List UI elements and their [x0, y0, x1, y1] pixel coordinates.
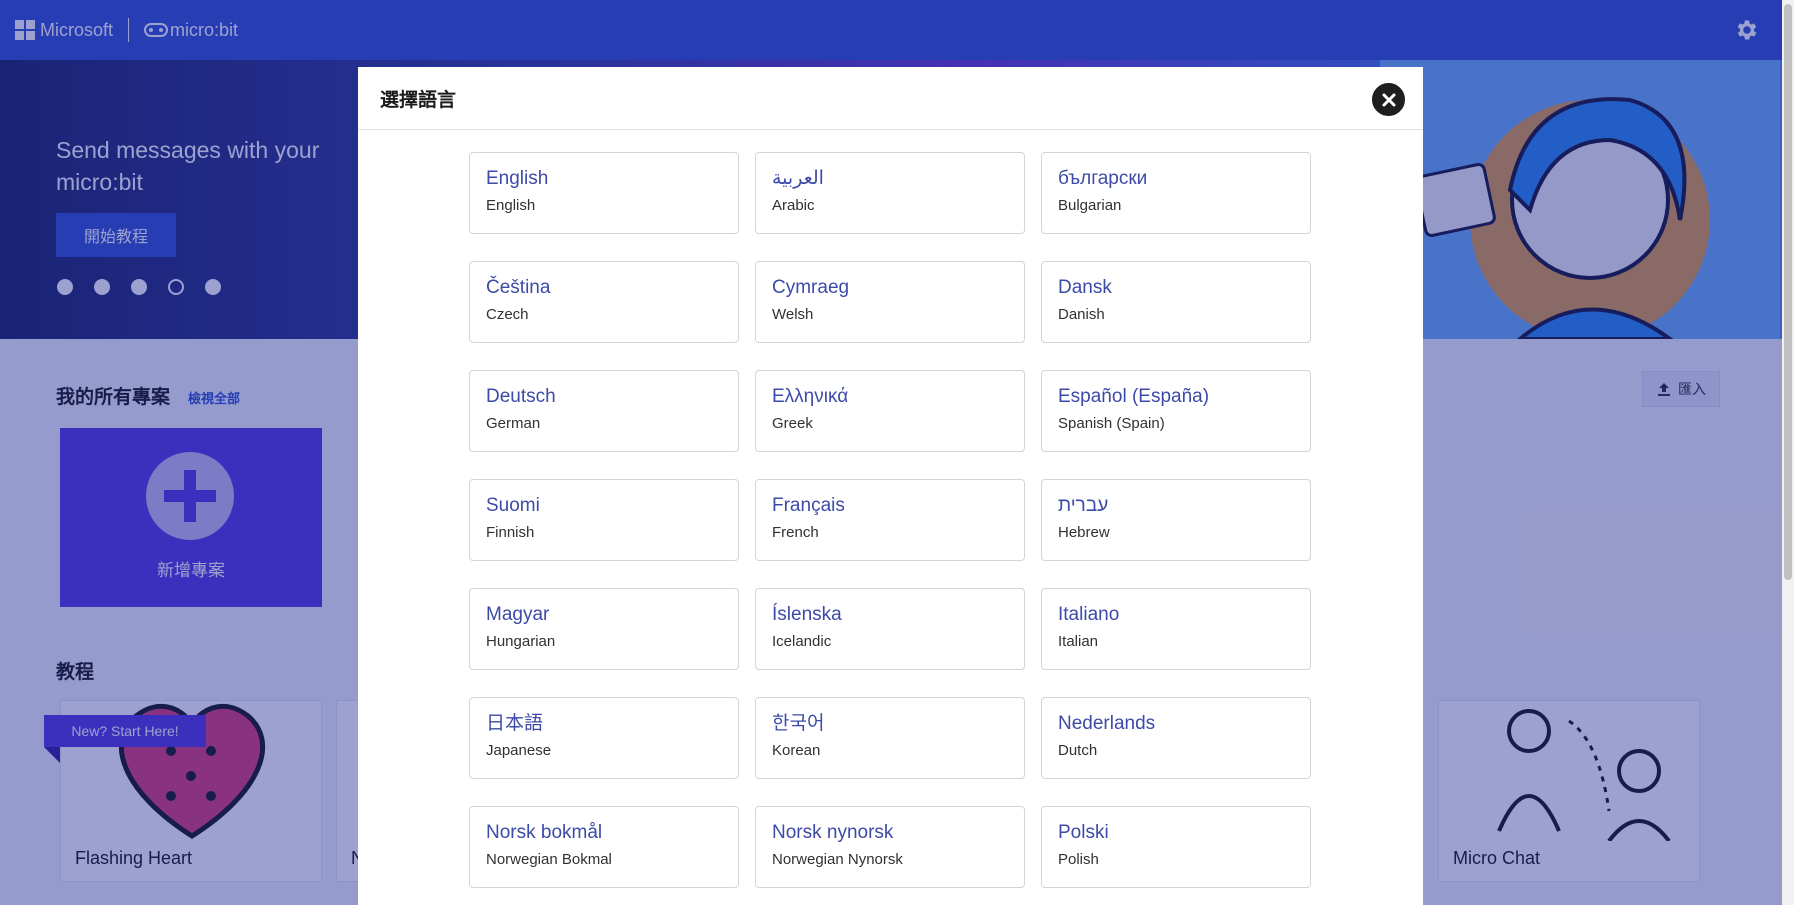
language-native-name: Norsk nynorsk — [772, 822, 894, 843]
language-native-name: עברית — [1058, 495, 1109, 516]
language-english-name: Bulgarian — [1058, 197, 1122, 214]
language-option[interactable]: עברית Hebrew — [1041, 479, 1311, 561]
language-native-name: Italiano — [1058, 604, 1120, 625]
language-option[interactable]: Nederlands Dutch — [1041, 697, 1311, 779]
dialog-header: 選擇語言 — [358, 67, 1423, 130]
language-native-name: Magyar — [486, 604, 550, 625]
language-english-name: Czech — [486, 306, 529, 323]
language-native-name: Polski — [1058, 822, 1109, 843]
language-option[interactable]: العربية Arabic — [755, 152, 1025, 234]
language-option[interactable]: Čeština Czech — [469, 261, 739, 343]
language-option[interactable]: Íslenska Icelandic — [755, 588, 1025, 670]
language-english-name: Polish — [1058, 851, 1099, 868]
language-native-name: Norsk bokmål — [486, 822, 603, 843]
language-option[interactable]: 日本語 Japanese — [469, 697, 739, 779]
language-native-name: 日本語 — [486, 713, 544, 734]
language-english-name: Greek — [772, 415, 813, 432]
language-option[interactable]: Norsk bokmål Norwegian Bokmal — [469, 806, 739, 888]
language-option[interactable]: Italiano Italian — [1041, 588, 1311, 670]
language-option[interactable]: English English — [469, 152, 739, 234]
language-english-name: Norwegian Bokmal — [486, 851, 612, 868]
language-english-name: Spanish (Spain) — [1058, 415, 1165, 432]
language-native-name: Nederlands — [1058, 713, 1156, 734]
language-option[interactable]: Ελληνικά Greek — [755, 370, 1025, 452]
language-native-name: 한국어 — [772, 713, 825, 734]
language-list: English English العربية Arabic български Bulg… — [469, 152, 1313, 888]
page-scrollbar[interactable] — [1782, 0, 1794, 905]
language-native-name: English — [486, 168, 549, 189]
close-icon — [1382, 93, 1395, 106]
language-native-name: Cymraeg — [772, 277, 850, 298]
language-native-name: Čeština — [486, 277, 551, 298]
language-english-name: Hebrew — [1058, 524, 1110, 541]
language-english-name: English — [486, 197, 536, 214]
language-native-name: Deutsch — [486, 386, 556, 407]
language-english-name: Dutch — [1058, 742, 1098, 759]
language-native-name: български — [1058, 168, 1148, 189]
language-dialog: 選擇語言 English English العربية Arabic българск… — [358, 67, 1423, 905]
language-english-name: French — [772, 524, 819, 541]
language-english-name: Norwegian Nynorsk — [772, 851, 903, 868]
language-native-name: العربية — [772, 168, 824, 189]
language-english-name: Korean — [772, 742, 821, 759]
language-english-name: Arabic — [772, 197, 815, 214]
language-option[interactable]: Deutsch German — [469, 370, 739, 452]
close-button[interactable] — [1372, 83, 1405, 116]
language-option[interactable]: 한국어 Korean — [755, 697, 1025, 779]
language-option[interactable]: Suomi Finnish — [469, 479, 739, 561]
language-option[interactable]: Norsk nynorsk Norwegian Nynorsk — [755, 806, 1025, 888]
language-native-name: Español (España) — [1058, 386, 1210, 407]
language-native-name: Dansk — [1058, 277, 1112, 298]
language-english-name: Danish — [1058, 306, 1105, 323]
language-option[interactable]: Français French — [755, 479, 1025, 561]
language-english-name: Icelandic — [772, 633, 832, 650]
language-english-name: Hungarian — [486, 633, 556, 650]
language-english-name: German — [486, 415, 541, 432]
language-english-name: Finnish — [486, 524, 535, 541]
language-option[interactable]: Cymraeg Welsh — [755, 261, 1025, 343]
language-english-name: Japanese — [486, 742, 552, 759]
language-native-name: Ελληνικά — [772, 386, 849, 407]
language-native-name: Íslenska — [772, 604, 842, 625]
language-english-name: Italian — [1058, 633, 1099, 650]
language-english-name: Welsh — [772, 306, 814, 323]
language-option[interactable]: български Bulgarian — [1041, 152, 1311, 234]
dialog-title: 選擇語言 — [380, 90, 457, 111]
language-option[interactable]: Español (España) Spanish (Spain) — [1041, 370, 1311, 452]
scrollbar-thumb[interactable] — [1784, 4, 1792, 580]
language-native-name: Français — [772, 495, 845, 516]
language-option[interactable]: Dansk Danish — [1041, 261, 1311, 343]
language-option[interactable]: Magyar Hungarian — [469, 588, 739, 670]
language-option[interactable]: Polski Polish — [1041, 806, 1311, 888]
language-native-name: Suomi — [486, 495, 540, 516]
